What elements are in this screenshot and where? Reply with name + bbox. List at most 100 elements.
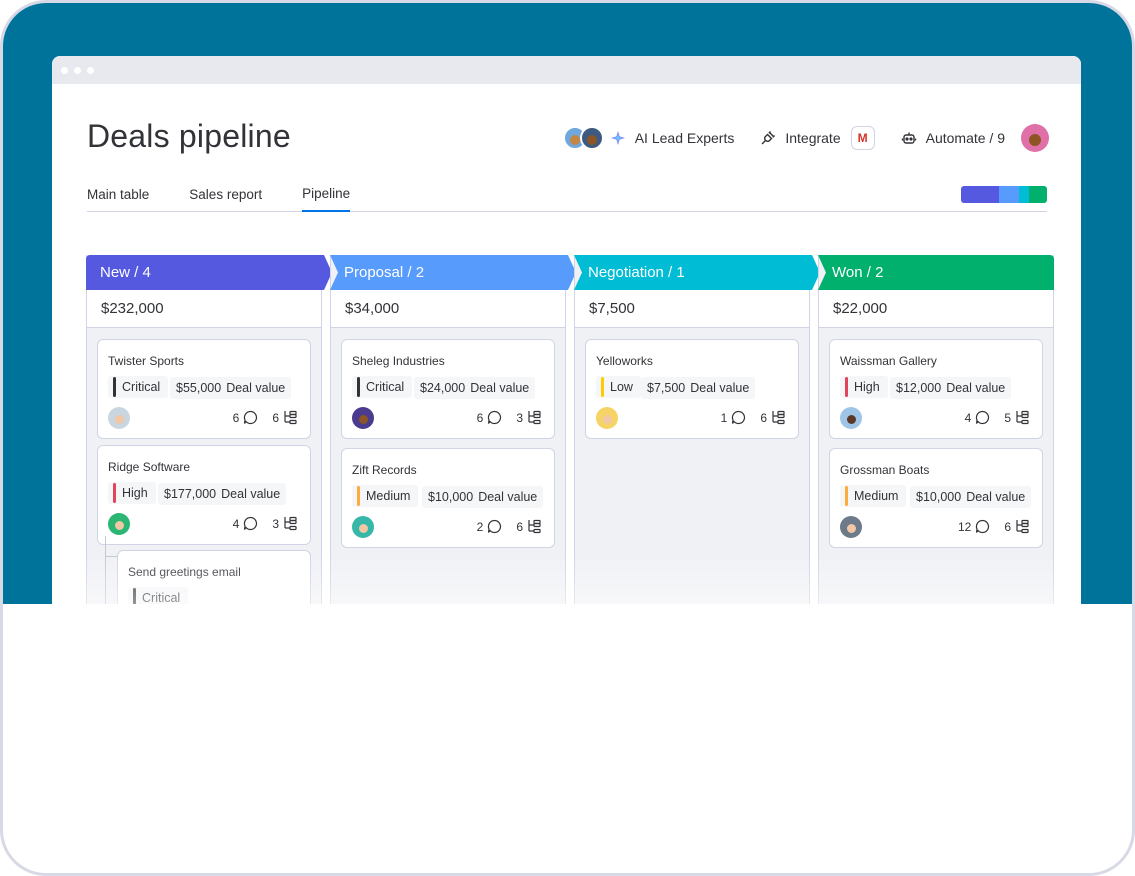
card-meta: 6 3 — [477, 410, 542, 425]
browser-titlebar — [52, 56, 1081, 84]
ai-lead-experts-button[interactable]: AI Lead Experts — [562, 126, 735, 150]
owner-avatar[interactable] — [108, 513, 130, 535]
automate-button[interactable]: Automate / 9 — [901, 130, 1005, 146]
subitem-count: 3 — [516, 410, 523, 425]
deal-card[interactable]: Grossman Boats Medium $10,000 Deal value … — [829, 448, 1043, 548]
integrate-button[interactable]: Integrate M — [760, 126, 875, 150]
owner-avatar[interactable] — [596, 407, 618, 429]
priority-tag[interactable]: Medium — [352, 485, 419, 507]
window-dot — [74, 66, 81, 74]
plug-icon — [760, 130, 776, 146]
subitem-count: 6 — [272, 410, 279, 425]
column-proposal: Proposal / 2 $34,000 Sheleg Industries C… — [330, 255, 576, 604]
column-header[interactable]: Negotiation / 1 — [574, 255, 685, 290]
deal-value: $10,000 Deal value — [910, 486, 1032, 508]
card-title: Sheleg Industries — [352, 354, 445, 368]
sparkle-icon — [610, 130, 626, 146]
comment-bubble-icon[interactable] — [731, 410, 746, 425]
column-header[interactable]: Won / 2 — [818, 255, 883, 290]
deal-card[interactable]: Yelloworks Low $7,500 Deal value 1 6 — [585, 339, 799, 439]
deal-value: $12,000 Deal value — [890, 377, 1012, 399]
board-toolbar: AI Lead Experts Integrate M Automate / 9 — [562, 122, 1049, 154]
column-new: New / 4 $232,000 Twister Sports Critical… — [86, 255, 332, 604]
board-page: Deals pipeline AI Lead Experts Integrate… — [52, 84, 1081, 604]
owner-avatar[interactable] — [352, 407, 374, 429]
tab-pipeline[interactable]: Pipeline — [302, 184, 351, 212]
subitems-tree-icon[interactable] — [527, 410, 542, 425]
column-total: $22,000 — [819, 290, 1053, 328]
card-meta: 1 6 — [721, 410, 786, 425]
progress-segment-new — [961, 186, 999, 203]
priority-tag[interactable]: Low — [596, 376, 641, 398]
card-title: Twister Sports — [108, 354, 185, 368]
owner-avatar[interactable] — [108, 407, 130, 429]
window-dot — [87, 66, 94, 74]
subitem-connector — [105, 536, 106, 604]
user-avatar[interactable] — [1021, 124, 1049, 152]
ai-lead-experts-label: AI Lead Experts — [634, 130, 735, 146]
deal-card[interactable]: Zift Records Medium $10,000 Deal value 2 … — [341, 448, 555, 548]
comment-bubble-icon[interactable] — [975, 410, 990, 425]
comment-bubble-icon[interactable] — [487, 410, 502, 425]
device-frame: Deals pipeline AI Lead Experts Integrate… — [0, 0, 1135, 876]
priority-tag[interactable]: High — [108, 482, 156, 504]
comment-bubble-icon[interactable] — [975, 519, 990, 534]
card-meta: 2 6 — [477, 519, 542, 534]
comment-count: 1 — [720, 410, 728, 425]
owner-avatar[interactable] — [840, 407, 862, 429]
subitems-tree-icon[interactable] — [527, 519, 542, 534]
deal-value: $7,500 Deal value — [641, 377, 756, 399]
subitems-tree-icon[interactable] — [283, 516, 298, 531]
subitem-count: 5 — [1004, 410, 1011, 425]
comment-bubble-icon[interactable] — [243, 516, 258, 531]
deal-card[interactable]: Ridge Software High $177,000 Deal value 4… — [97, 445, 311, 545]
gmail-icon: M — [850, 126, 875, 150]
browser-window: Deals pipeline AI Lead Experts Integrate… — [52, 56, 1081, 604]
subitem-count: 6 — [760, 410, 767, 425]
column-total: $7,500 — [575, 290, 809, 328]
page-title: Deals pipeline — [87, 118, 291, 154]
card-meta: 4 3 — [233, 516, 298, 531]
owner-avatar[interactable] — [352, 516, 374, 538]
subitem-card[interactable]: Send greetings email Critical — [117, 550, 311, 604]
robot-icon — [901, 130, 917, 146]
priority-tag[interactable]: Medium — [840, 485, 907, 507]
progress-segment-won — [1029, 186, 1047, 203]
subitems-tree-icon[interactable] — [283, 410, 298, 425]
column-total: $34,000 — [331, 290, 565, 328]
avatar — [579, 126, 604, 150]
subitems-tree-icon[interactable] — [1015, 410, 1030, 425]
subitems-tree-icon[interactable] — [1015, 519, 1030, 534]
card-meta: 12 6 — [958, 519, 1030, 534]
deal-card[interactable]: Twister Sports Critical $55,000 Deal valu… — [97, 339, 311, 439]
column-total: $232,000 — [87, 290, 321, 328]
card-title: Ridge Software — [108, 460, 191, 474]
comment-bubble-icon[interactable] — [243, 410, 258, 425]
column-won: Won / 2 $22,000 Waissman Gallery High $1… — [818, 255, 1054, 604]
card-title: Waissman Gallery — [840, 354, 937, 368]
comment-count: 4 — [964, 410, 972, 425]
tab-main-table[interactable]: Main table — [87, 184, 149, 212]
priority-tag[interactable]: Critical — [352, 376, 413, 398]
comment-bubble-icon[interactable] — [487, 519, 502, 534]
column-header[interactable]: Proposal / 2 — [330, 255, 424, 290]
priority-tag[interactable]: Critical — [128, 587, 189, 604]
comment-count: 4 — [232, 516, 240, 531]
deal-card[interactable]: Sheleg Industries Critical $24,000 Deal v… — [341, 339, 555, 439]
priority-tag[interactable]: Critical — [108, 376, 169, 398]
subitems-tree-icon[interactable] — [771, 410, 786, 425]
comment-count: 6 — [476, 410, 484, 425]
tab-sales-report[interactable]: Sales report — [189, 184, 262, 212]
priority-tag[interactable]: High — [840, 376, 888, 398]
progress-segment-proposal — [999, 186, 1019, 203]
deal-card[interactable]: Waissman Gallery High $12,000 Deal value … — [829, 339, 1043, 439]
view-tabs: Main table Sales report Pipeline — [87, 184, 1047, 212]
owner-avatar[interactable] — [840, 516, 862, 538]
subitem-count: 6 — [1004, 519, 1011, 534]
comment-count: 12 — [957, 519, 972, 534]
progress-segment-negotiation — [1019, 186, 1029, 203]
column-header[interactable]: New / 4 — [86, 255, 151, 290]
deal-value: $177,000 Deal value — [158, 483, 287, 505]
integrate-label: Integrate — [785, 130, 841, 146]
card-title: Zift Records — [352, 463, 417, 477]
